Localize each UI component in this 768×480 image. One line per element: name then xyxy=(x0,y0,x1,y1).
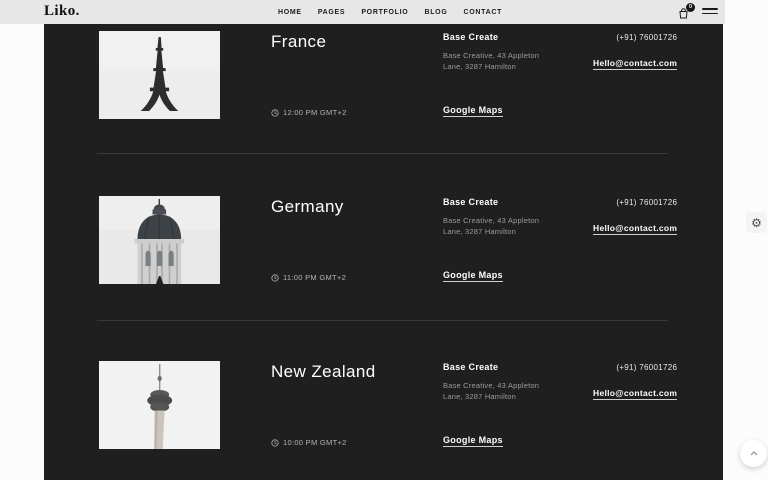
location-row-germany: Germany 11:00 PM GMT+2 Base Create Base … xyxy=(99,196,668,284)
location-row-new-zealand: New Zealand 10:00 PM GMT+2 Base Create B… xyxy=(99,361,668,449)
main-nav: HOME PAGES PORTFOLIO BLOG CONTACT xyxy=(278,0,502,24)
gear-icon: ⚙ xyxy=(751,216,762,230)
clock-icon xyxy=(271,109,279,117)
phone-number: (+91) 76001726 xyxy=(593,33,677,42)
company-address: Base Creative, 43 Appleton Lane, 3287 Ha… xyxy=(443,50,593,72)
location-title: France xyxy=(271,32,443,52)
location-time: 11:00 PM GMT+2 xyxy=(271,273,443,282)
email-link[interactable]: Hello@contact.com xyxy=(593,388,677,400)
chevron-up-icon xyxy=(750,451,758,456)
cart-button[interactable]: 0 xyxy=(678,4,694,20)
location-time: 10:00 PM GMT+2 xyxy=(271,438,443,447)
cathedral-dome-illustration xyxy=(99,196,220,284)
menu-icon[interactable] xyxy=(702,8,718,16)
time-text: 10:00 PM GMT+2 xyxy=(283,438,347,447)
company-name: Base Create xyxy=(443,32,593,42)
sky-tower-illustration xyxy=(99,361,220,449)
email-link[interactable]: Hello@contact.com xyxy=(593,223,677,235)
eiffel-tower-illustration xyxy=(99,31,220,119)
cart-count-badge: 0 xyxy=(686,3,695,12)
top-header: Liko. HOME PAGES PORTFOLIO BLOG CONTACT … xyxy=(0,0,725,24)
section-divider xyxy=(97,320,668,321)
clock-icon xyxy=(271,439,279,447)
nav-item-home[interactable]: HOME xyxy=(278,9,302,16)
site-logo[interactable]: Liko. xyxy=(44,3,80,20)
france-photo xyxy=(99,31,220,119)
time-text: 11:00 PM GMT+2 xyxy=(283,273,346,282)
google-maps-link[interactable]: Google Maps xyxy=(443,270,503,282)
phone-number: (+91) 76001726 xyxy=(593,363,677,372)
contact-locations-panel: France 12:00 PM GMT+2 Base Create Base C… xyxy=(44,24,723,480)
scroll-to-top-button[interactable] xyxy=(740,440,767,467)
nav-item-portfolio[interactable]: PORTFOLIO xyxy=(361,9,408,16)
nav-item-contact[interactable]: CONTACT xyxy=(463,9,502,16)
location-title: New Zealand xyxy=(271,362,443,382)
germany-photo xyxy=(99,196,220,284)
company-address: Base Creative, 43 Appleton Lane, 3287 Ha… xyxy=(443,380,593,402)
clock-icon xyxy=(271,274,279,282)
location-time: 12:00 PM GMT+2 xyxy=(271,108,443,117)
company-name: Base Create xyxy=(443,362,593,372)
phone-number: (+91) 76001726 xyxy=(593,198,677,207)
google-maps-link[interactable]: Google Maps xyxy=(443,435,503,447)
location-title: Germany xyxy=(271,197,443,217)
time-text: 12:00 PM GMT+2 xyxy=(283,108,347,117)
nav-item-pages[interactable]: PAGES xyxy=(318,9,346,16)
section-divider xyxy=(97,153,668,154)
nav-item-blog[interactable]: BLOG xyxy=(424,9,447,16)
location-row-france: France 12:00 PM GMT+2 Base Create Base C… xyxy=(99,31,668,119)
company-name: Base Create xyxy=(443,197,593,207)
company-address: Base Creative, 43 Appleton Lane, 3287 Ha… xyxy=(443,215,593,237)
new-zealand-photo xyxy=(99,361,220,449)
email-link[interactable]: Hello@contact.com xyxy=(593,58,677,70)
settings-button[interactable]: ⚙ xyxy=(746,212,767,233)
google-maps-link[interactable]: Google Maps xyxy=(443,105,503,117)
